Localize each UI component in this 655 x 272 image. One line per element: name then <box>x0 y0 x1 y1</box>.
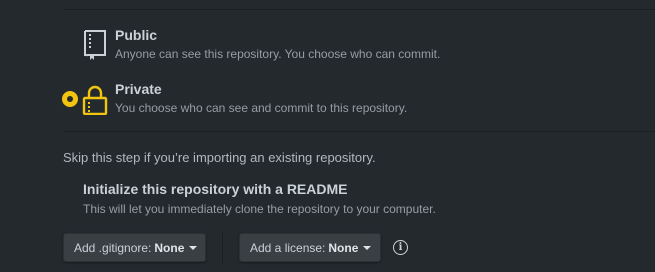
license-label: Add a license: <box>250 240 326 255</box>
section-divider <box>63 131 655 132</box>
visibility-public-title: Public <box>115 27 158 43</box>
lock-icon <box>82 85 108 115</box>
initialize-readme-description: This will let you immediately clone the … <box>83 202 436 216</box>
dropdown-divider <box>222 233 223 263</box>
gitignore-value: None <box>154 240 185 255</box>
info-icon[interactable]: i <box>393 240 408 255</box>
initialize-readme-title[interactable]: Initialize this repository with a README <box>83 181 347 197</box>
chevron-down-icon <box>189 245 198 250</box>
license-value: None <box>328 240 359 255</box>
repo-book-icon <box>84 30 106 60</box>
top-divider <box>63 9 655 10</box>
license-dropdown[interactable]: Add a license: None <box>239 233 381 262</box>
chevron-down-icon <box>363 245 372 250</box>
private-radio[interactable] <box>62 91 78 107</box>
visibility-public-description: Anyone can see this repository. You choo… <box>115 47 441 61</box>
skip-step-text: Skip this step if you’re importing an ex… <box>63 150 376 165</box>
visibility-option-private[interactable]: Private You choose who can see and commi… <box>58 79 618 119</box>
gitignore-label: Add .gitignore: <box>74 240 152 255</box>
visibility-private-description: You choose who can see and commit to thi… <box>115 101 408 115</box>
visibility-option-public[interactable]: Public Anyone can see this repository. Y… <box>58 25 618 65</box>
gitignore-dropdown[interactable]: Add .gitignore: None <box>63 233 206 262</box>
visibility-private-title: Private <box>115 81 162 97</box>
